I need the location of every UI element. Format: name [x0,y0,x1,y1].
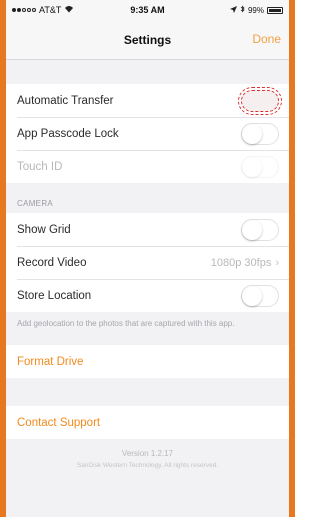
show-grid-row[interactable]: Show Grid [6,213,289,246]
battery-percent: 99% [247,5,264,15]
camera-section-header: CAMERA [17,199,54,208]
store-location-row[interactable]: Store Location [6,279,289,312]
record-video-label: Record Video [17,256,87,269]
status-bar: AT&T 9:35 AM 99% [6,0,289,20]
touch-id-toggle [241,155,279,178]
page-title: Settings [123,32,172,47]
format-group: Format Drive [6,345,289,378]
automatic-transfer-toggle[interactable] [238,86,282,115]
wifi-icon [64,5,74,15]
format-drive-button[interactable]: Format Drive [17,356,279,368]
store-location-toggle[interactable] [241,284,279,307]
chevron-right-icon: › [275,256,279,269]
signal-strength-icon [12,8,36,12]
bluetooth-icon [240,5,245,15]
store-location-label: Store Location [17,289,92,302]
carrier-label: AT&T [39,5,62,15]
status-time: 9:35 AM [130,5,165,15]
section-spacer [6,378,289,406]
battery-icon [266,6,283,14]
format-drive-row[interactable]: Format Drive [6,345,289,378]
app-passcode-lock-label: App Passcode Lock [17,127,119,140]
location-arrow-icon [229,5,237,15]
touch-id-label: Touch ID [17,160,63,173]
touch-id-row: Touch ID [6,150,289,183]
record-video-value: 1080p 30fps [210,256,272,269]
settings-list: Automatic Transfer App Passcode Lock Tou… [6,60,289,517]
app-passcode-lock-toggle[interactable] [241,122,279,145]
show-grid-toggle[interactable] [241,218,279,241]
status-right: 99% [193,5,283,15]
support-group: Contact Support [6,406,289,439]
copyright-label: SanDisk Western Technology. All rights r… [76,462,219,469]
general-group: Automatic Transfer App Passcode Lock Tou… [6,84,289,183]
automatic-transfer-label: Automatic Transfer [17,94,114,107]
contact-support-button[interactable]: Contact Support [17,417,279,429]
section-spacer [6,60,289,84]
version-label: Version 1.2.17 [121,449,174,458]
record-video-row[interactable]: Record Video 1080p 30fps › [6,246,289,279]
show-grid-label: Show Grid [17,223,71,236]
section-spacer [6,337,289,345]
status-left: AT&T [12,5,102,15]
navigation-bar: Settings Done [6,20,289,60]
camera-group: Show Grid Record Video 1080p 30fps › Sto… [6,213,289,312]
store-location-footer: Add geolocation to the photos that are c… [17,319,235,328]
app-passcode-lock-row[interactable]: App Passcode Lock [6,117,289,150]
done-button[interactable]: Done [252,32,281,46]
contact-support-row[interactable]: Contact Support [6,406,289,439]
automatic-transfer-row[interactable]: Automatic Transfer [6,84,289,117]
